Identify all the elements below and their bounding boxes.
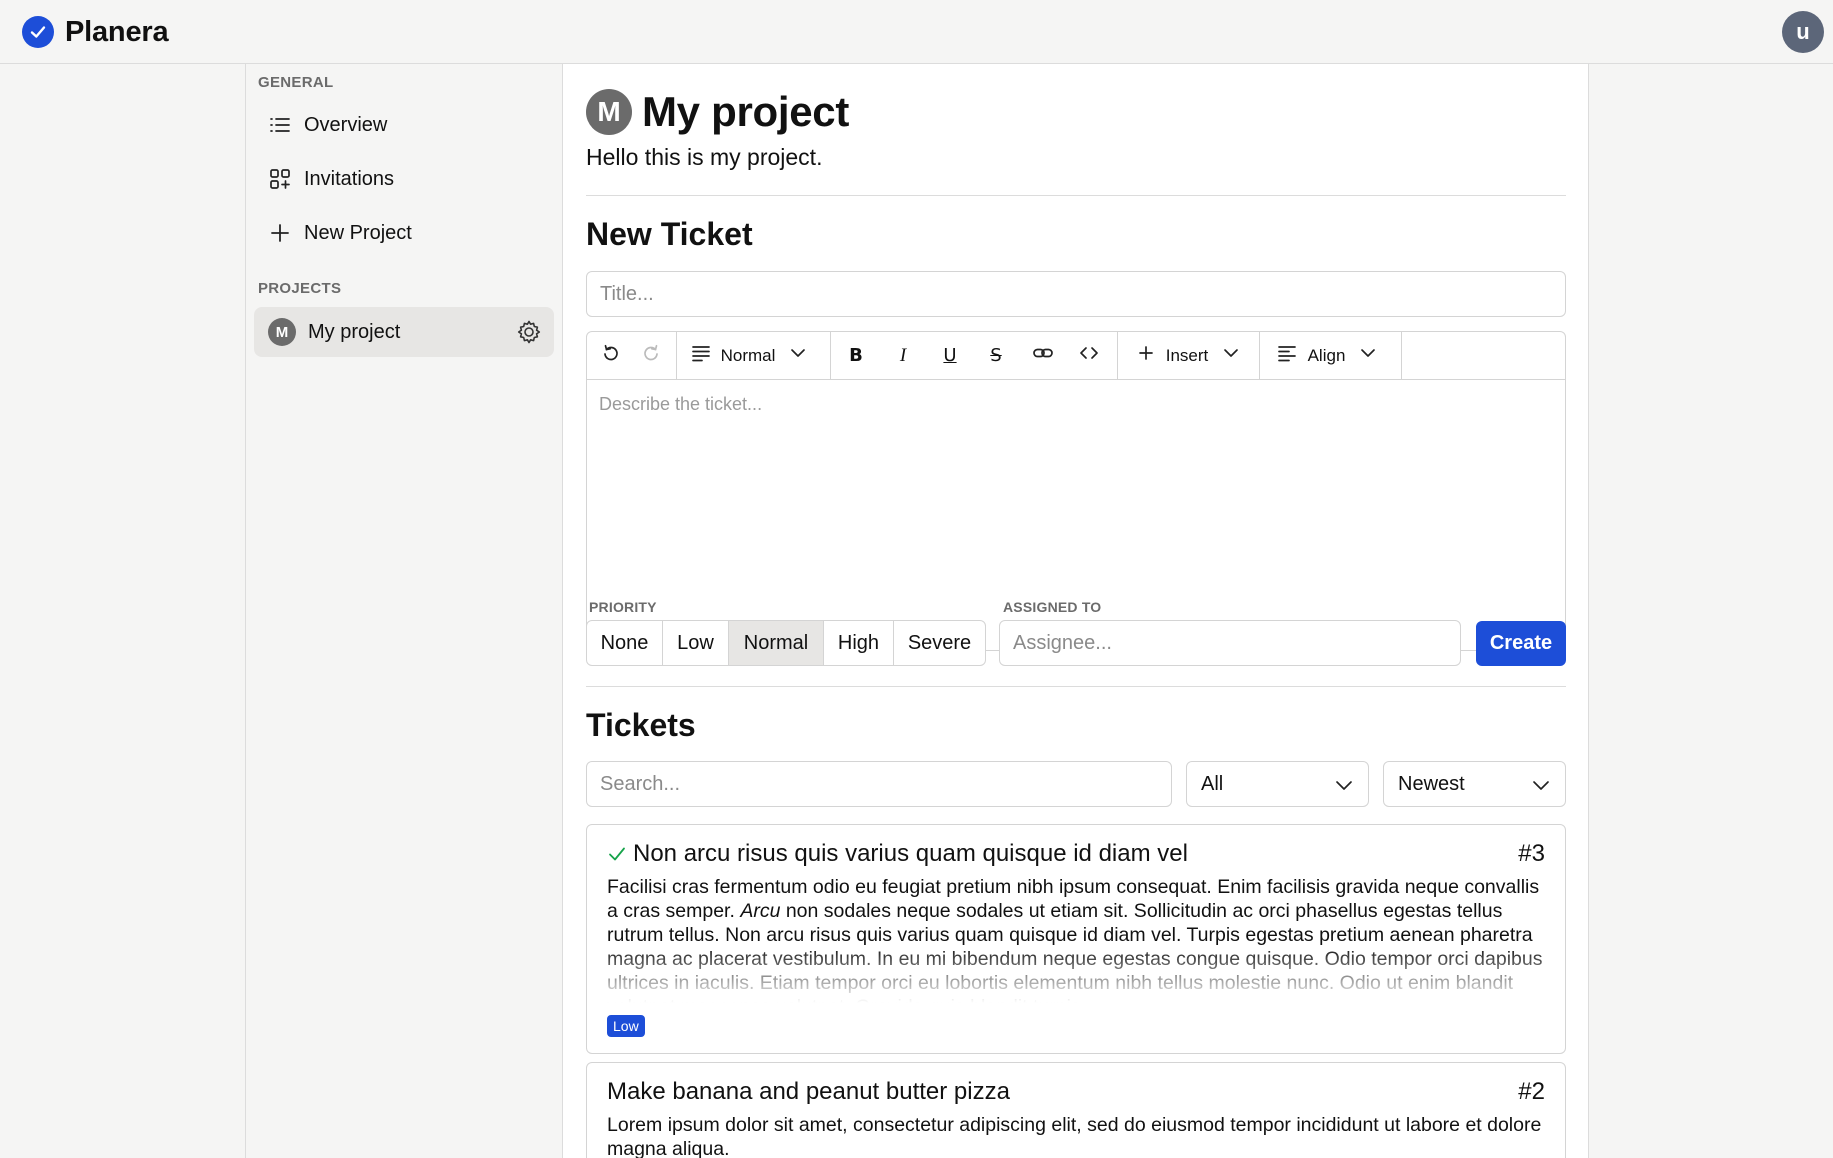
block-type-label: Normal <box>720 345 776 365</box>
chevron-down-icon <box>789 344 807 367</box>
align-label: Align <box>1307 345 1346 365</box>
gear-icon[interactable] <box>516 319 542 345</box>
align-dropdown[interactable]: Align <box>1265 332 1389 379</box>
check-icon <box>607 844 627 864</box>
ticket-title-input[interactable] <box>586 271 1566 317</box>
sidebar-projects-heading: PROJECTS <box>258 280 342 297</box>
ticket-title-text: Make banana and peanut butter pizza <box>607 1078 1010 1105</box>
priority-option-high[interactable]: High <box>824 621 894 665</box>
project-avatar: M <box>268 318 296 346</box>
sidebar-item-invitations[interactable]: Invitations <box>254 154 554 204</box>
top-bar: Planera u <box>0 0 1833 64</box>
underline-icon: U <box>943 345 957 366</box>
priority-option-none[interactable]: None <box>587 621 663 665</box>
divider <box>586 195 1566 196</box>
ticket-filter-select[interactable]: All <box>1186 761 1369 807</box>
brand[interactable]: Planera <box>22 14 169 50</box>
insert-label: Insert <box>1165 345 1209 365</box>
align-left-icon <box>1277 343 1297 368</box>
chevron-down-icon <box>1359 344 1377 367</box>
link-button[interactable] <box>1023 332 1063 379</box>
undo-icon <box>601 343 621 368</box>
code-icon <box>1078 342 1100 369</box>
redo-button[interactable] <box>635 332 667 379</box>
sort-value: Newest <box>1398 772 1465 795</box>
user-avatar[interactable]: u <box>1782 11 1824 53</box>
code-button[interactable] <box>1069 332 1109 379</box>
main-content: M My project Hello this is my project. N… <box>563 64 1589 1158</box>
toolbar-separator <box>1259 332 1260 379</box>
sidebar-item-label: Invitations <box>304 167 395 190</box>
underline-button[interactable]: U <box>930 332 970 379</box>
ticket-title: Make banana and peanut butter pizza <box>607 1078 1010 1106</box>
block-type-dropdown[interactable]: Normal <box>683 332 815 379</box>
project-header: M My project <box>586 88 849 136</box>
priority-badge: Low <box>607 1015 645 1037</box>
undo-button[interactable] <box>595 332 627 379</box>
chevron-down-icon <box>1222 344 1240 367</box>
project-avatar: M <box>586 89 632 135</box>
assigned-to-label: ASSIGNED TO <box>1003 599 1102 615</box>
toolbar-separator <box>1117 332 1118 379</box>
italic-icon: I <box>899 344 907 366</box>
editor-toolbar: Normal B I U S Insert Align <box>587 332 1565 380</box>
ticket-card[interactable]: Non arcu risus quis varius quam quisque … <box>586 824 1566 1054</box>
sidebar-item-label: New Project <box>304 221 412 244</box>
paragraph-icon <box>691 343 711 368</box>
ticket-card[interactable]: Make banana and peanut butter pizza #2 L… <box>586 1062 1566 1158</box>
toolbar-separator <box>830 332 831 379</box>
bold-button[interactable]: B <box>836 332 876 379</box>
strikethrough-icon: S <box>990 345 1002 366</box>
ticket-number: #3 <box>1518 840 1545 867</box>
divider <box>586 686 1566 687</box>
ticket-description: Facilisi cras fermentum odio eu feugiat … <box>607 875 1547 1003</box>
sidebar-item-label: My project <box>308 320 401 343</box>
new-ticket-heading: New Ticket <box>586 216 753 252</box>
chevron-down-icon <box>1334 775 1354 801</box>
sidebar: GENERAL Overview Invitations New Project <box>245 64 563 1158</box>
link-icon <box>1032 342 1054 369</box>
priority-label: PRIORITY <box>589 599 657 615</box>
toolbar-separator <box>676 332 677 379</box>
priority-option-low[interactable]: Low <box>663 621 729 665</box>
toolbar-separator <box>1401 332 1402 379</box>
plus-icon <box>268 221 292 245</box>
sidebar-general-heading: GENERAL <box>258 74 334 91</box>
priority-option-normal[interactable]: Normal <box>729 621 824 665</box>
plus-icon <box>1138 345 1154 366</box>
list-icon <box>268 113 292 137</box>
tickets-heading: Tickets <box>586 707 696 743</box>
sidebar-item-my-project[interactable]: M My project <box>254 307 554 357</box>
sidebar-item-overview[interactable]: Overview <box>254 100 554 150</box>
page-title: My project <box>642 88 850 135</box>
strikethrough-button[interactable]: S <box>976 332 1016 379</box>
bold-icon: B <box>849 345 863 366</box>
sidebar-item-new-project[interactable]: New Project <box>254 208 554 258</box>
chevron-down-icon <box>1531 775 1551 801</box>
italic-button[interactable]: I <box>883 332 923 379</box>
ticket-search-input[interactable] <box>586 761 1172 807</box>
ticket-title: Non arcu risus quis varius quam quisque … <box>607 840 1188 868</box>
ticket-description-italic: Arcu <box>740 900 781 922</box>
create-button[interactable]: Create <box>1476 621 1566 666</box>
priority-segmented-control: None Low Normal High Severe <box>586 620 986 666</box>
redo-icon <box>641 343 661 368</box>
insert-dropdown[interactable]: Insert <box>1125 332 1253 379</box>
ticket-sort-select[interactable]: Newest <box>1383 761 1566 807</box>
sidebar-item-label: Overview <box>304 113 388 136</box>
assignee-input[interactable] <box>999 620 1461 666</box>
logo-check-icon <box>22 16 54 48</box>
ticket-number: #2 <box>1518 1078 1545 1105</box>
grid-plus-icon <box>268 167 292 191</box>
filter-value: All <box>1201 772 1224 795</box>
app-name: Planera <box>65 15 169 48</box>
priority-option-severe[interactable]: Severe <box>894 621 985 665</box>
project-description: Hello this is my project. <box>586 144 823 170</box>
ticket-description: Lorem ipsum dolor sit amet, consectetur … <box>607 1114 1542 1158</box>
ticket-title-text: Non arcu risus quis varius quam quisque … <box>633 840 1188 867</box>
